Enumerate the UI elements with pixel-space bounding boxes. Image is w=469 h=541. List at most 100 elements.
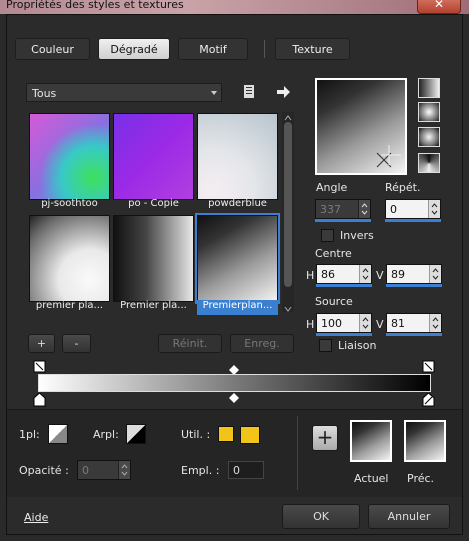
- opacity-label: Opacité :: [19, 464, 69, 477]
- rectangular-style-button[interactable]: [418, 102, 440, 122]
- source-v-value: 81: [391, 317, 405, 330]
- previous-gradient-swatch[interactable]: [404, 420, 446, 462]
- updown-icon[interactable]: [358, 200, 370, 218]
- util-color-swatch-2[interactable]: [240, 426, 260, 444]
- center-v-label: V: [376, 269, 384, 282]
- tab-label: Couleur: [31, 43, 74, 56]
- center-v-spinbox[interactable]: 89: [386, 264, 442, 284]
- add-gradient-button[interactable]: +: [28, 334, 55, 353]
- center-label: Centre: [315, 247, 352, 260]
- source-h-spinbox[interactable]: 100: [316, 313, 372, 333]
- ok-button[interactable]: OK: [282, 504, 360, 529]
- current-gradient-swatch[interactable]: [350, 420, 392, 462]
- arpl-swatch[interactable]: [126, 424, 146, 444]
- gallery-item-label: premier pla...: [35, 300, 104, 311]
- repeat-slider[interactable]: [385, 219, 441, 222]
- updown-icon[interactable]: [359, 265, 371, 283]
- updown-icon[interactable]: [359, 314, 371, 332]
- source-h-label: H: [306, 318, 315, 331]
- tab-separator: [264, 40, 265, 58]
- previous-label: Préc.: [407, 472, 435, 485]
- angle-value: 337: [320, 203, 341, 216]
- gallery-item-selected[interactable]: Premierplan...: [195, 213, 280, 315]
- emplacement-field[interactable]: 0: [228, 461, 264, 479]
- plus-icon: +: [316, 425, 334, 449]
- gallery-item-label: Premier pla...: [120, 300, 187, 311]
- util-color-swatch[interactable]: [218, 426, 234, 442]
- center-h-value: 86: [321, 268, 335, 281]
- remove-label: -: [74, 337, 79, 350]
- close-icon: ✕: [433, 0, 445, 11]
- gallery-item[interactable]: premier pla...: [29, 215, 110, 315]
- angle-spinbox[interactable]: 337: [315, 199, 371, 219]
- center-v-slider[interactable]: [386, 284, 442, 287]
- gallery-item[interactable]: pj-soothtoo: [29, 113, 110, 213]
- angle-slider[interactable]: [315, 219, 371, 222]
- opacity-spinbox[interactable]: 0: [77, 460, 131, 480]
- source-h-value: 100: [321, 317, 342, 330]
- invert-checkbox[interactable]: [321, 229, 334, 242]
- save-button[interactable]: Enreg.: [230, 334, 294, 353]
- tab-degrade[interactable]: Dégradé: [98, 38, 170, 60]
- source-v-spinbox[interactable]: 81: [386, 313, 442, 333]
- actual-label: Actuel: [354, 472, 389, 485]
- library-icon[interactable]: [242, 84, 256, 100]
- link-label: Liaison: [338, 339, 377, 352]
- repeat-label: Répét.: [385, 181, 421, 194]
- source-v-slider[interactable]: [386, 333, 442, 336]
- help-link[interactable]: Aide: [24, 511, 48, 524]
- sunburst-style-button[interactable]: [418, 153, 440, 173]
- close-button[interactable]: ✕: [417, 0, 461, 14]
- updown-icon[interactable]: [428, 200, 440, 218]
- scroll-up-icon[interactable]: [284, 112, 292, 121]
- filter-dropdown[interactable]: Tous: [26, 83, 222, 102]
- arpl-label: Arpl:: [93, 428, 119, 441]
- tab-label: Motif: [199, 43, 227, 56]
- add-stop-button[interactable]: +: [312, 425, 338, 451]
- updown-icon[interactable]: [429, 265, 441, 283]
- updown-icon[interactable]: [118, 461, 130, 479]
- opacity-value: 0: [82, 464, 89, 477]
- opacity-stop-right[interactable]: [422, 360, 435, 373]
- gradient-thumbnail: [113, 215, 194, 302]
- color-stop-right[interactable]: [422, 392, 435, 407]
- gradient-preview[interactable]: [315, 78, 407, 175]
- remove-gradient-button[interactable]: -: [62, 334, 91, 353]
- cancel-button[interactable]: Annuler: [368, 504, 450, 529]
- arrow-right-icon[interactable]: [275, 84, 291, 100]
- opacity-stop-left[interactable]: [33, 360, 46, 373]
- tab-texture[interactable]: Texture: [275, 38, 350, 60]
- link-checkbox[interactable]: [319, 339, 332, 352]
- gradient-thumbnail: [113, 113, 194, 200]
- radial-style-button[interactable]: [418, 127, 440, 147]
- gallery-item-label: Premierplan...: [197, 300, 278, 315]
- gallery-item-label: powderblue: [208, 198, 267, 209]
- repeat-value: 0: [390, 203, 397, 216]
- gradient-thumbnail: [197, 113, 278, 200]
- gallery-scroll-thumb[interactable]: [284, 122, 292, 287]
- gallery-item[interactable]: Premier pla...: [113, 215, 194, 315]
- color-stop-left[interactable]: [33, 392, 46, 407]
- window-title: Propriétés des styles et textures: [6, 0, 184, 11]
- center-h-spinbox[interactable]: 86: [316, 264, 372, 284]
- center-h-slider[interactable]: [316, 284, 372, 287]
- reset-button[interactable]: Réinit.: [158, 334, 222, 353]
- add-label: +: [36, 337, 47, 350]
- source-h-slider[interactable]: [316, 333, 372, 336]
- tab-couleur[interactable]: Couleur: [15, 38, 90, 60]
- tab-motif[interactable]: Motif: [178, 38, 248, 60]
- linear-style-button[interactable]: [418, 78, 440, 98]
- gradient-bar[interactable]: [38, 374, 431, 392]
- ok-label: OK: [313, 510, 329, 523]
- source-v-label: V: [376, 318, 384, 331]
- updown-icon[interactable]: [429, 314, 441, 332]
- gallery-item[interactable]: po - Copie: [113, 113, 194, 213]
- emplacement-value: 0: [233, 464, 240, 477]
- cancel-label: Annuler: [387, 510, 431, 523]
- color-midpoint[interactable]: [229, 393, 239, 403]
- repeat-spinbox[interactable]: 0: [385, 199, 441, 219]
- divider: [297, 416, 298, 490]
- scroll-down-icon[interactable]: [284, 303, 292, 312]
- gallery-item[interactable]: powderblue: [197, 113, 278, 213]
- stop-color-swatch[interactable]: [48, 424, 68, 444]
